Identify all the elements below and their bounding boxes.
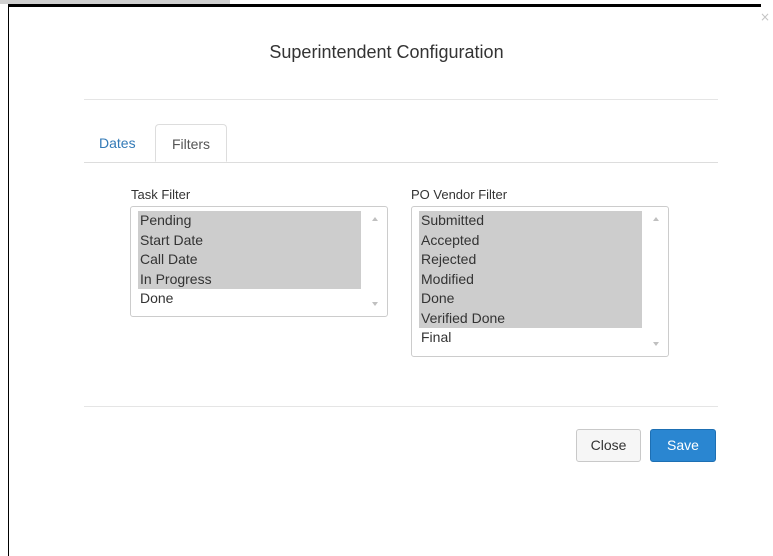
list-option[interactable]: In Progress <box>138 269 361 289</box>
modal-title: Superintendent Configuration <box>269 42 504 62</box>
scroll-down-arrow-icon[interactable] <box>372 302 378 306</box>
tab-underline <box>84 162 718 163</box>
task-filter-select[interactable]: Pending Start Date Call Date In Progress Don… <box>130 206 388 317</box>
list-option[interactable]: Rejected <box>419 250 642 270</box>
modal-left-border <box>8 4 9 556</box>
close-icon[interactable]: × <box>760 11 770 23</box>
list-option[interactable]: Call Date <box>138 250 361 270</box>
scroll-up-arrow-icon[interactable] <box>372 217 378 221</box>
po-vendor-filter-select[interactable]: Submitted Accepted Rejected Modified Done Ver… <box>411 206 669 357</box>
po-vendor-filter-label: PO Vendor Filter <box>411 187 508 202</box>
list-option[interactable]: Accepted <box>419 230 642 250</box>
list-option[interactable]: Start Date <box>138 230 361 250</box>
list-option[interactable]: Verified Done <box>419 308 642 328</box>
list-option[interactable]: Done <box>138 289 361 309</box>
close-button[interactable]: Close <box>576 429 641 462</box>
header-divider <box>84 99 718 100</box>
save-button[interactable]: Save <box>650 429 716 462</box>
modal-top-border <box>8 4 761 7</box>
po-vendor-filter-options: Submitted Accepted Rejected Modified Done Ver… <box>419 211 642 348</box>
footer-divider <box>84 406 718 407</box>
list-option[interactable]: Modified <box>419 269 642 289</box>
tab-dates[interactable]: Dates <box>84 124 151 162</box>
list-option[interactable]: Final <box>419 328 642 348</box>
scroll-up-arrow-icon[interactable] <box>653 217 659 221</box>
task-filter-label: Task Filter <box>131 187 191 202</box>
list-option[interactable]: Pending <box>138 211 361 231</box>
task-filter-options: Pending Start Date Call Date In Progress Don… <box>138 211 361 309</box>
tab-filters[interactable]: Filters <box>155 124 227 162</box>
scroll-down-arrow-icon[interactable] <box>653 342 659 346</box>
list-option[interactable]: Submitted <box>419 211 642 231</box>
list-option[interactable]: Done <box>419 289 642 309</box>
